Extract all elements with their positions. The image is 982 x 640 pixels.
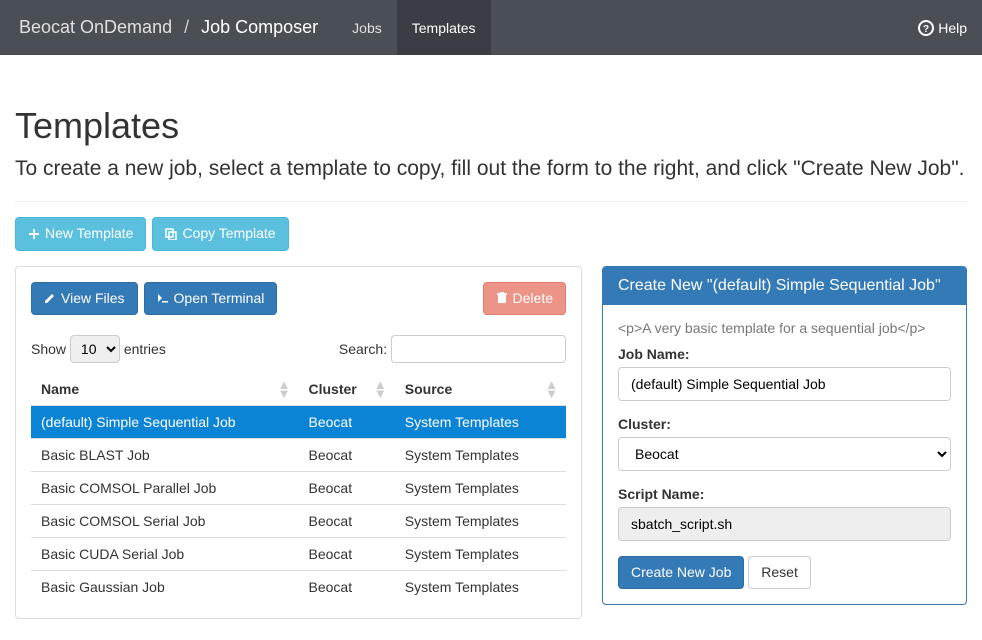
table-row[interactable]: Basic COMSOL Serial JobBeocatSystem Temp… <box>31 505 566 538</box>
main-nav: Jobs Templates <box>337 0 490 55</box>
cluster-label: Cluster: <box>618 416 951 432</box>
table-row[interactable]: Basic Gaussian JobBeocatSystem Templates <box>31 571 566 604</box>
open-terminal-button[interactable]: Open Terminal <box>144 282 278 316</box>
col-name[interactable]: Name ▲▼ <box>31 373 299 406</box>
page-length-select[interactable]: 10 <box>70 335 120 363</box>
col-cluster[interactable]: Cluster ▲▼ <box>299 373 395 406</box>
length-control: Show 10 entries <box>31 335 166 363</box>
help-link[interactable]: ? Help <box>918 0 967 55</box>
svg-text:?: ? <box>923 24 929 35</box>
delete-button[interactable]: Delete <box>483 282 566 316</box>
trash-icon <box>496 292 508 304</box>
table-row[interactable]: Basic COMSOL Parallel JobBeocatSystem Te… <box>31 472 566 505</box>
templates-panel: View Files Open Terminal <box>15 266 582 620</box>
sort-icon: ▲▼ <box>374 380 387 398</box>
cell-cluster: Beocat <box>299 505 395 538</box>
cell-cluster: Beocat <box>299 439 395 472</box>
cluster-select[interactable]: Beocat <box>618 437 951 471</box>
cell-cluster: Beocat <box>299 406 395 439</box>
create-new-job-button[interactable]: Create New Job <box>618 556 744 590</box>
new-template-button[interactable]: New Template <box>15 217 146 251</box>
table-row[interactable]: Basic CUDA Serial JobBeocatSystem Templa… <box>31 538 566 571</box>
job-name-label: Job Name: <box>618 346 951 362</box>
cell-name: (default) Simple Sequential Job <box>31 406 299 439</box>
template-notes: <p>A very basic template for a sequentia… <box>618 320 951 336</box>
col-name-label: Name <box>41 381 79 397</box>
cell-source: System Templates <box>395 472 566 505</box>
edit-icon <box>44 292 56 304</box>
nav-link-templates[interactable]: Templates <box>397 0 491 55</box>
templates-table: Name ▲▼ Cluster ▲▼ Source ▲▼ <box>31 373 566 603</box>
nav-link-jobs[interactable]: Jobs <box>337 0 397 55</box>
cell-name: Basic BLAST Job <box>31 439 299 472</box>
search-label: Search: <box>339 341 387 357</box>
navbar: Beocat OnDemand / Job Composer Jobs Temp… <box>0 0 982 55</box>
cell-name: Basic COMSOL Parallel Job <box>31 472 299 505</box>
divider <box>15 201 967 202</box>
cell-source: System Templates <box>395 571 566 604</box>
table-row[interactable]: (default) Simple Sequential JobBeocatSys… <box>31 406 566 439</box>
cell-cluster: Beocat <box>299 472 395 505</box>
sort-icon: ▲▼ <box>545 380 558 398</box>
page-heading: Templates <box>15 105 967 147</box>
copy-icon <box>165 228 177 240</box>
help-label: Help <box>938 20 967 36</box>
cell-name: Basic CUDA Serial Job <box>31 538 299 571</box>
search-control: Search: <box>339 335 566 363</box>
create-job-panel: Create New "(default) Simple Sequential … <box>602 266 967 606</box>
col-source-label: Source <box>405 381 452 397</box>
script-name-input <box>618 507 951 541</box>
create-job-panel-heading: Create New "(default) Simple Sequential … <box>603 267 966 305</box>
cell-source: System Templates <box>395 439 566 472</box>
cell-name: Basic COMSOL Serial Job <box>31 505 299 538</box>
page-header: Templates To create a new job, select a … <box>15 105 967 181</box>
job-name-input[interactable] <box>618 367 951 401</box>
file-toolbar: View Files Open Terminal <box>31 282 566 316</box>
view-files-label: View Files <box>61 289 125 309</box>
cell-cluster: Beocat <box>299 571 395 604</box>
copy-template-label: Copy Template <box>182 224 275 244</box>
breadcrumb-sep: / <box>184 17 189 38</box>
cell-source: System Templates <box>395 538 566 571</box>
new-template-label: New Template <box>45 224 133 244</box>
col-source[interactable]: Source ▲▼ <box>395 373 566 406</box>
delete-label: Delete <box>513 289 553 309</box>
plus-icon <box>28 228 40 240</box>
view-files-button[interactable]: View Files <box>31 282 138 316</box>
script-name-label: Script Name: <box>618 486 951 502</box>
copy-template-button[interactable]: Copy Template <box>152 217 288 251</box>
breadcrumb: Beocat OnDemand / Job Composer <box>15 0 322 55</box>
page-subtitle: To create a new job, select a template t… <box>15 157 967 181</box>
col-cluster-label: Cluster <box>309 381 357 397</box>
reset-button[interactable]: Reset <box>748 556 811 590</box>
cell-source: System Templates <box>395 505 566 538</box>
template-toolbar: New Template Copy Template <box>15 217 967 251</box>
brand-link[interactable]: Beocat OnDemand <box>19 17 172 38</box>
table-row[interactable]: Basic BLAST JobBeocatSystem Templates <box>31 439 566 472</box>
cell-source: System Templates <box>395 406 566 439</box>
cell-name: Basic Gaussian Job <box>31 571 299 604</box>
terminal-icon <box>157 292 169 304</box>
open-terminal-label: Open Terminal <box>174 289 265 309</box>
sort-icon: ▲▼ <box>278 380 291 398</box>
question-circle-icon: ? <box>918 20 934 36</box>
page-title: Job Composer <box>201 17 318 38</box>
cell-cluster: Beocat <box>299 538 395 571</box>
show-prefix: Show <box>31 341 66 357</box>
entries-suffix: entries <box>124 341 166 357</box>
search-input[interactable] <box>391 335 566 363</box>
datatable-controls: Show 10 entries Search: <box>31 335 566 363</box>
